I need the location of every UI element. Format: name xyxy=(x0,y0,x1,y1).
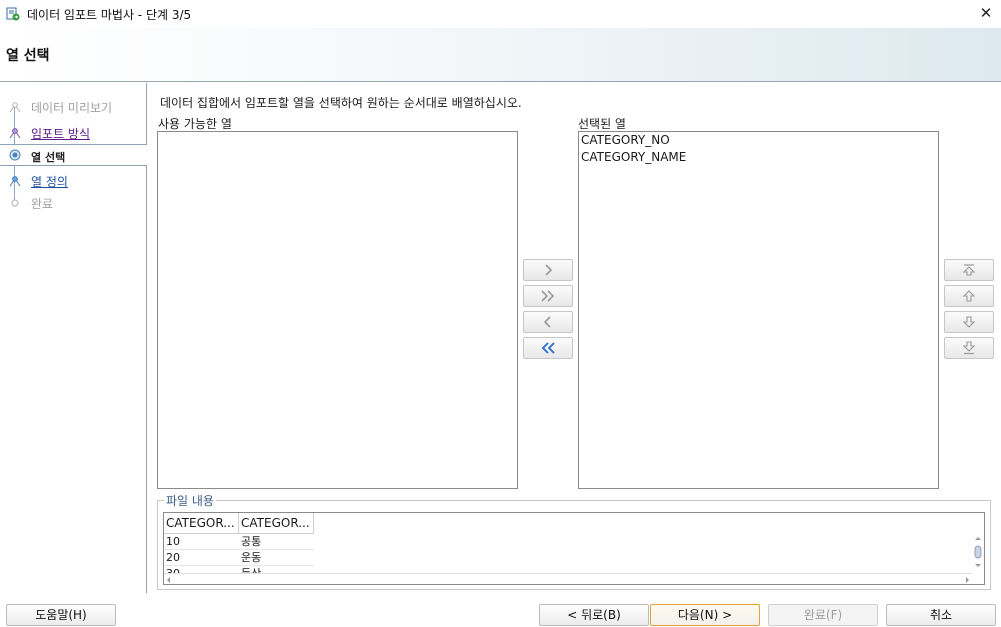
table-cell: 20 xyxy=(164,550,239,566)
available-columns-list[interactable] xyxy=(157,131,518,489)
close-icon: ✕ xyxy=(979,4,993,22)
step-node-icon xyxy=(9,102,21,113)
move-right-button[interactable] xyxy=(523,259,573,281)
wizard-steps-nav: 데이터 미리보기 임포트 방식 열 선택 열 정의 완료 xyxy=(0,83,147,593)
main-content: 데이터 집합에서 임포트할 열을 선택하여 원하는 순서대로 배열하십시오. 사… xyxy=(148,83,1001,593)
step-data-preview: 데이터 미리보기 xyxy=(0,96,147,118)
double-chevron-left-icon xyxy=(541,342,555,354)
step-current-node-icon xyxy=(9,149,21,161)
move-all-right-button[interactable] xyxy=(523,285,573,307)
close-button[interactable]: ✕ xyxy=(975,2,997,24)
step-import-method[interactable]: 임포트 방식 xyxy=(0,122,147,144)
table-cell: 운동 xyxy=(239,550,314,566)
finish-button: 완료(F) xyxy=(768,604,878,626)
next-button[interactable]: 다음(N) > xyxy=(650,604,760,626)
window-title: 데이터 임포트 마법사 - 단계 3/5 xyxy=(27,8,192,22)
column-header[interactable]: CATEGOR... xyxy=(164,513,239,534)
page-header: 열 선택 xyxy=(0,28,1001,82)
scrollbar-arrows-icon xyxy=(167,577,969,583)
page-title: 열 선택 xyxy=(6,48,50,64)
step-column-definition[interactable]: 열 정의 xyxy=(0,170,147,192)
instruction-text: 데이터 집합에서 임포트할 열을 선택하여 원하는 순서대로 배열하십시오. xyxy=(160,96,522,110)
table-cell: 공통 xyxy=(239,534,314,550)
step-node-icon xyxy=(9,176,21,187)
list-item[interactable]: CATEGORY_NO xyxy=(579,132,938,149)
move-top-icon xyxy=(962,264,976,276)
available-columns-label: 사용 가능한 열 xyxy=(158,117,232,131)
chevron-right-icon xyxy=(545,264,553,276)
file-contents-legend: 파일 내용 xyxy=(164,492,216,509)
move-to-bottom-button[interactable] xyxy=(944,337,994,359)
step-label: 열 선택 xyxy=(31,151,66,164)
list-item[interactable]: CATEGORY_NAME xyxy=(579,149,938,166)
chevron-left-icon xyxy=(543,316,551,328)
arrow-down-icon xyxy=(962,316,976,328)
step-node-icon xyxy=(11,199,19,207)
title-bar: 데이터 임포트 마법사 - 단계 3/5 ✕ xyxy=(0,0,1001,28)
step-finish: 완료 xyxy=(0,192,147,214)
scrollbar-icon xyxy=(974,537,982,567)
step-column-selection[interactable]: 열 선택 xyxy=(0,144,147,166)
cancel-button[interactable]: 취소 xyxy=(886,604,996,626)
column-header[interactable]: CATEGOR... xyxy=(239,513,314,534)
step-label: 데이터 미리보기 xyxy=(31,101,113,115)
file-contents-group: 파일 내용 CATEGOR... CATEGOR... 10 공통 20 운동 … xyxy=(157,492,991,590)
vertical-scrollbar[interactable] xyxy=(972,534,984,574)
step-label: 완료 xyxy=(31,197,54,211)
move-bottom-icon xyxy=(962,341,976,355)
move-up-button[interactable] xyxy=(944,285,994,307)
table-cell: 10 xyxy=(164,534,239,550)
import-wizard-icon xyxy=(6,7,20,21)
selected-columns-list[interactable]: CATEGORY_NO CATEGORY_NAME xyxy=(578,131,939,489)
double-chevron-right-icon xyxy=(541,290,555,302)
selected-columns-label: 선택된 열 xyxy=(578,117,626,131)
horizontal-scrollbar[interactable] xyxy=(164,573,972,584)
move-down-button[interactable] xyxy=(944,311,994,333)
move-left-button[interactable] xyxy=(523,311,573,333)
step-node-icon xyxy=(9,128,21,139)
move-all-left-button[interactable] xyxy=(523,337,573,359)
step-label[interactable]: 임포트 방식 xyxy=(31,125,90,142)
move-to-top-button[interactable] xyxy=(944,259,994,281)
help-button[interactable]: 도움말(H) xyxy=(6,604,116,626)
arrow-up-icon xyxy=(962,290,976,302)
file-contents-grid[interactable]: CATEGOR... CATEGOR... 10 공통 20 운동 30 등산 xyxy=(163,512,985,585)
back-button[interactable]: < 뒤로(B) xyxy=(539,604,649,626)
step-label[interactable]: 열 정의 xyxy=(31,173,68,190)
